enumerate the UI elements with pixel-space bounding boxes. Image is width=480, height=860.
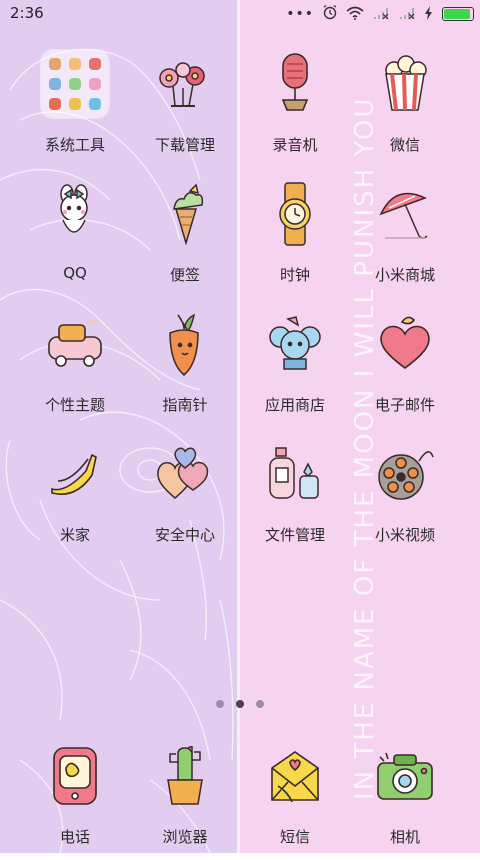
signal-icon bbox=[398, 5, 416, 24]
wifi-icon bbox=[346, 5, 364, 24]
app-label: 录音机 bbox=[272, 136, 318, 154]
app-label: 小米商城 bbox=[374, 266, 435, 284]
microphone-icon bbox=[259, 48, 331, 120]
page-dot[interactable] bbox=[216, 700, 224, 708]
app-label: 电子邮件 bbox=[374, 396, 435, 414]
app-microphone[interactable]: 录音机 bbox=[240, 48, 350, 168]
app-label: 时钟 bbox=[279, 266, 310, 284]
perfume-icon bbox=[259, 438, 331, 510]
dock-label: 短信 bbox=[279, 828, 310, 846]
app-folder[interactable]: 系统工具 bbox=[20, 48, 130, 168]
hearts-icon bbox=[149, 438, 221, 510]
app-popcorn[interactable]: 微信 bbox=[350, 48, 460, 168]
app-label: 安全中心 bbox=[154, 526, 215, 544]
dock-cactus[interactable]: 浏览器 bbox=[130, 740, 240, 860]
dock-label: 相机 bbox=[389, 828, 420, 846]
phone-icon bbox=[39, 740, 111, 812]
battery-icon bbox=[442, 7, 474, 21]
charging-icon bbox=[424, 5, 434, 24]
app-label: 小米视频 bbox=[374, 526, 435, 544]
app-label: 微信 bbox=[389, 136, 420, 154]
dock-envelope[interactable]: 短信 bbox=[240, 740, 350, 860]
more-dots-icon: ••• bbox=[286, 6, 314, 22]
app-label: 系统工具 bbox=[44, 136, 105, 154]
app-ice-cream-cone[interactable]: 便签 bbox=[130, 178, 240, 298]
status-time: 2:36 bbox=[10, 4, 44, 22]
app-label: QQ bbox=[63, 264, 87, 282]
carrot-icon bbox=[149, 308, 221, 380]
dock-label: 浏览器 bbox=[162, 828, 208, 846]
app-label: 个性主题 bbox=[44, 396, 105, 414]
cactus-icon bbox=[149, 740, 221, 812]
app-hearts[interactable]: 安全中心 bbox=[130, 438, 240, 558]
umbrella-icon bbox=[369, 178, 441, 250]
app-label: 指南针 bbox=[162, 396, 208, 414]
page-indicator[interactable] bbox=[216, 700, 264, 708]
app-wristwatch[interactable]: 时钟 bbox=[240, 178, 350, 298]
app-car[interactable]: 个性主题 bbox=[20, 308, 130, 428]
status-bar: 2:36 ••• bbox=[0, 0, 480, 28]
app-flowers[interactable]: 下载管理 bbox=[130, 48, 240, 168]
page-dot[interactable] bbox=[236, 700, 244, 708]
heart-icon bbox=[369, 308, 441, 380]
app-umbrella[interactable]: 小米商城 bbox=[350, 178, 460, 298]
popcorn-icon bbox=[369, 48, 441, 120]
camera-icon bbox=[369, 740, 441, 812]
app-mouse[interactable]: 应用商店 bbox=[240, 308, 350, 428]
bananas-icon bbox=[39, 438, 111, 510]
app-bananas[interactable]: 米家 bbox=[20, 438, 130, 558]
wristwatch-icon bbox=[259, 178, 331, 250]
dock-camera[interactable]: 相机 bbox=[350, 740, 460, 860]
mouse-icon bbox=[259, 308, 331, 380]
dock-phone[interactable]: 电话 bbox=[20, 740, 130, 860]
app-bunny[interactable]: QQ bbox=[20, 178, 130, 298]
alarm-icon bbox=[322, 4, 338, 24]
signal-icon bbox=[372, 5, 390, 24]
app-perfume[interactable]: 文件管理 bbox=[240, 438, 350, 558]
app-label: 文件管理 bbox=[264, 526, 325, 544]
film-reel-icon bbox=[369, 438, 441, 510]
car-icon bbox=[39, 308, 111, 380]
bunny-icon bbox=[39, 178, 111, 250]
app-label: 便签 bbox=[169, 266, 200, 284]
dock-label: 电话 bbox=[59, 828, 90, 846]
app-label: 下载管理 bbox=[154, 136, 215, 154]
page-dot[interactable] bbox=[256, 700, 264, 708]
flowers-icon bbox=[149, 48, 221, 120]
app-carrot[interactable]: 指南针 bbox=[130, 308, 240, 428]
app-label: 米家 bbox=[59, 526, 90, 544]
envelope-icon bbox=[259, 740, 331, 812]
app-heart[interactable]: 电子邮件 bbox=[350, 308, 460, 428]
app-film-reel[interactable]: 小米视频 bbox=[350, 438, 460, 558]
ice-cream-cone-icon bbox=[149, 178, 221, 250]
app-label: 应用商店 bbox=[264, 396, 325, 414]
folder-icon bbox=[39, 48, 111, 120]
